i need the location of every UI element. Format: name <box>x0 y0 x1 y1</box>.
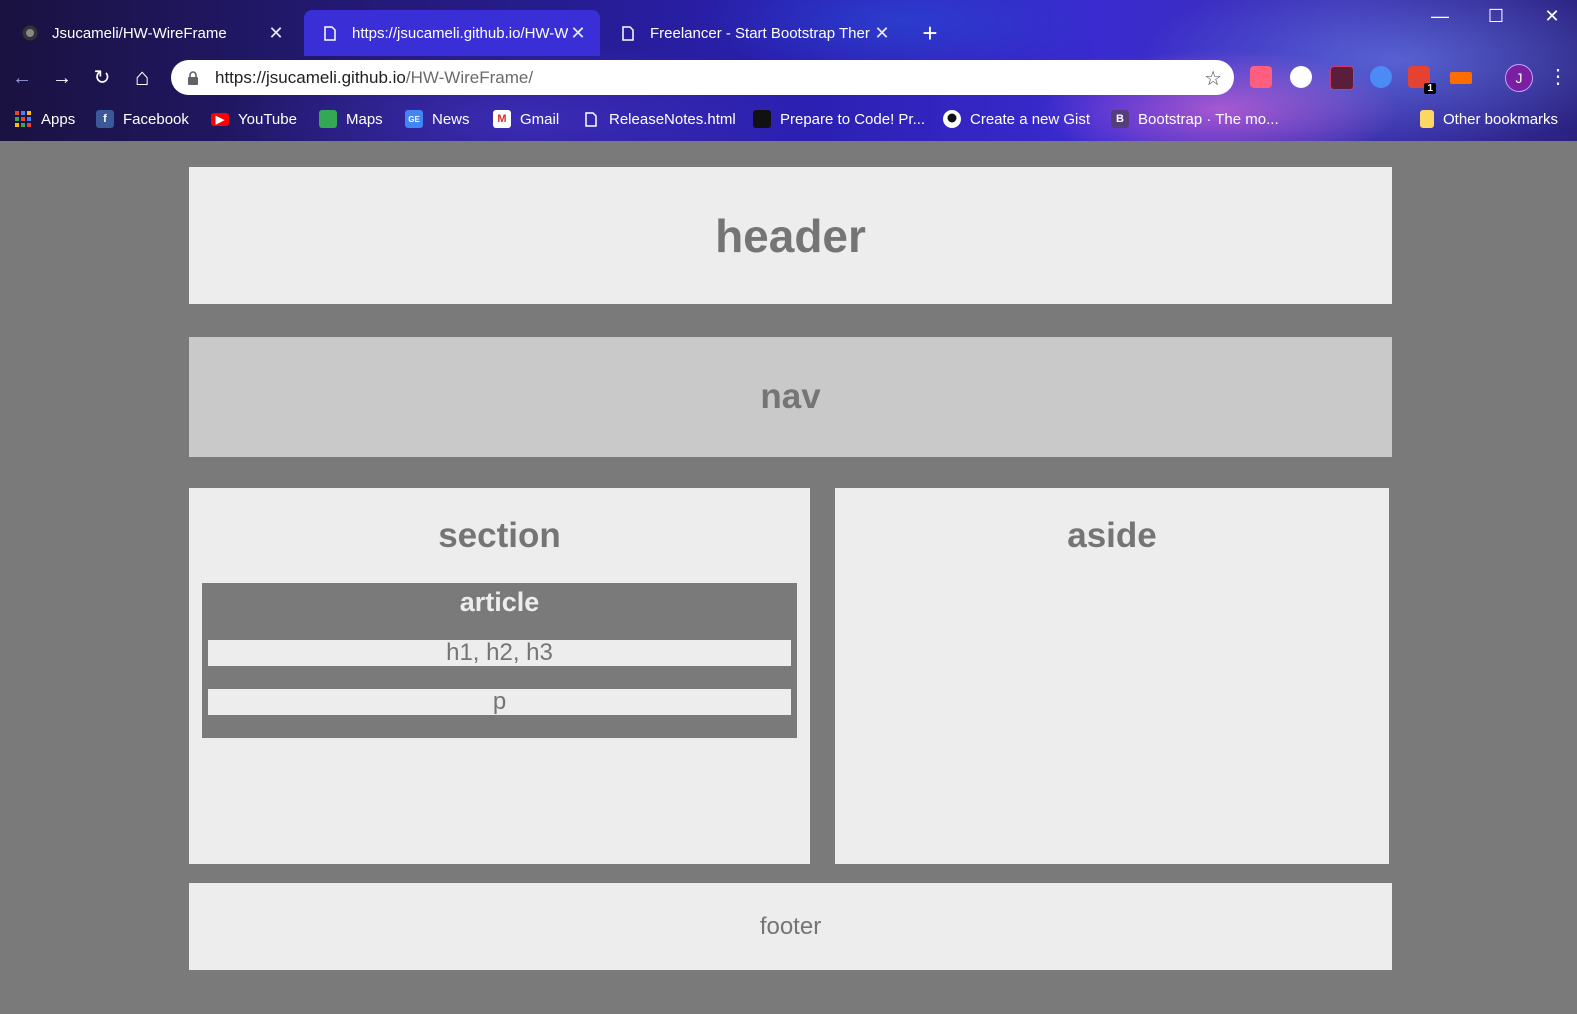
extension-glasses-icon[interactable] <box>1370 66 1392 88</box>
aside-block: aside <box>835 488 1389 864</box>
bookmark-label: YouTube <box>238 110 297 128</box>
url-path: /HW-WireFrame/ <box>405 67 534 87</box>
bookmark-label: Maps <box>346 110 383 128</box>
paragraph-bar: p <box>208 689 791 715</box>
headings-bar: h1, h2, h3 <box>208 640 791 666</box>
article-title: article <box>459 587 540 617</box>
new-tab-button[interactable]: + <box>915 18 945 48</box>
tab-label: Freelancer - Start Bootstrap Ther <box>650 24 870 42</box>
maximize-button[interactable]: ☐ <box>1468 0 1524 34</box>
bookmark-label: Create a new Gist <box>970 110 1091 128</box>
browser-chrome: Jsucameli/HW-WireFrame ✕ https://jsucame… <box>0 0 1577 141</box>
extension-json-icon[interactable] <box>1290 66 1312 88</box>
bookmark-label: Bootstrap · The mo... <box>1138 110 1279 128</box>
news-icon: GE <box>405 110 423 128</box>
close-icon[interactable]: ✕ <box>266 23 286 44</box>
bookmark-apps[interactable]: Apps <box>14 108 75 130</box>
close-icon[interactable]: ✕ <box>872 23 892 44</box>
aside-title: aside <box>1067 516 1157 555</box>
extension-pdf-icon[interactable] <box>1330 66 1354 90</box>
tab-label: https://jsucameli.github.io/HW-W <box>352 24 568 42</box>
bookmark-bootstrap[interactable]: B Bootstrap · The mo... <box>1111 108 1279 130</box>
github-icon <box>22 25 38 41</box>
tab-freelancer[interactable]: Freelancer - Start Bootstrap Ther ✕ <box>602 10 904 56</box>
minimize-button[interactable]: — <box>1412 0 1468 34</box>
page-icon <box>582 110 600 128</box>
bookmark-label: Gmail <box>520 110 560 128</box>
menu-icon[interactable]: ⋮ <box>1548 64 1568 90</box>
bookmark-youtube[interactable]: ▶ YouTube <box>211 108 297 130</box>
section-title: section <box>438 516 561 555</box>
browser-toolbar: ← → ↻ ⌂ https://jsucameli.github.io/HW-W… <box>0 56 1577 100</box>
gmail-icon: M <box>493 110 511 128</box>
bookmark-label: Apps <box>41 110 76 128</box>
bookmark-label: ReleaseNotes.html <box>609 110 736 128</box>
bookmark-news[interactable]: GE News <box>405 108 470 130</box>
bookmark-releasenotes[interactable]: ReleaseNotes.html <box>582 108 736 130</box>
lock-icon <box>187 70 201 85</box>
article-block: article h1, h2, h3 p <box>202 583 797 738</box>
url-text: https://jsucameli.github.io/HW-WireFrame… <box>215 68 533 88</box>
tab-wireframe-page[interactable]: https://jsucameli.github.io/HW-W ✕ <box>304 10 600 56</box>
section-block: section article h1, h2, h3 p <box>189 488 810 864</box>
apps-grid-icon <box>14 110 32 128</box>
profile-avatar[interactable]: J <box>1505 64 1533 92</box>
page-icon <box>620 25 636 41</box>
bookmark-label: Facebook <box>123 110 189 128</box>
tab-github-repo[interactable]: Jsucameli/HW-WireFrame ✕ <box>4 10 298 56</box>
github-icon <box>943 110 961 128</box>
extension-video-icon[interactable] <box>1250 66 1272 88</box>
bookmark-label: News <box>432 110 470 128</box>
bookmark-gmail[interactable]: M Gmail <box>493 108 559 130</box>
page-icon <box>322 25 338 41</box>
close-icon[interactable]: ✕ <box>568 23 588 44</box>
facebook-icon: f <box>96 110 114 128</box>
youtube-icon: ▶ <box>211 112 229 126</box>
bookmark-star-icon[interactable]: ☆ <box>1204 66 1222 91</box>
tab-strip: Jsucameli/HW-WireFrame ✕ https://jsucame… <box>0 10 1577 56</box>
extension-todoist-icon[interactable]: 1 <box>1408 66 1436 94</box>
back-button[interactable]: ← <box>8 64 36 92</box>
footer-block: footer <box>189 883 1392 970</box>
bookmark-label: Prepare to Code! Pr... <box>780 110 926 128</box>
bookmark-prepare-to-code[interactable]: Prepare to Code! Pr... <box>753 108 925 130</box>
book-icon <box>753 110 771 128</box>
bookmark-facebook[interactable]: f Facebook <box>96 108 189 130</box>
bootstrap-icon: B <box>1111 110 1129 128</box>
extension-badge: 1 <box>1424 83 1436 94</box>
other-bookmarks-label: Other bookmarks <box>1443 110 1559 128</box>
address-bar[interactable]: https://jsucameli.github.io/HW-WireFrame… <box>171 60 1234 95</box>
bookmark-create-gist[interactable]: Create a new Gist <box>943 108 1090 130</box>
close-window-button[interactable]: ✕ <box>1524 0 1577 34</box>
extension-shape-icon[interactable] <box>1450 72 1472 84</box>
home-button[interactable]: ⌂ <box>128 64 156 92</box>
maps-icon <box>319 110 337 128</box>
other-bookmarks[interactable]: Other bookmarks <box>1420 108 1558 130</box>
forward-button[interactable]: → <box>48 64 76 92</box>
header-block: header <box>189 167 1392 304</box>
folder-icon <box>1420 110 1434 128</box>
tab-label: Jsucameli/HW-WireFrame <box>52 24 227 42</box>
bookmark-maps[interactable]: Maps <box>319 108 383 130</box>
url-host: https://jsucameli.github.io <box>215 67 406 87</box>
nav-block: nav <box>189 337 1392 457</box>
reload-button[interactable]: ↻ <box>88 64 116 92</box>
bookmarks-bar: Apps f Facebook ▶ YouTube Maps GE News M… <box>0 100 1577 140</box>
